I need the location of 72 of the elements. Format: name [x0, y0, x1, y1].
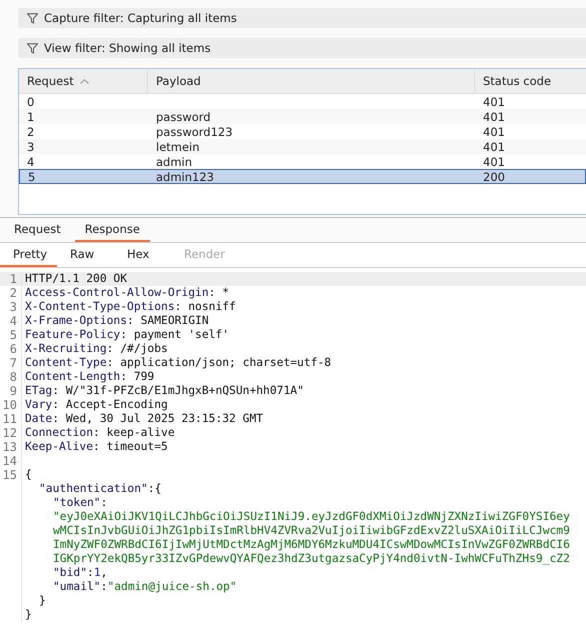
code-line: ETag: W/"31f-PFZcB/E1mJhgxB+nQSUn+hh071A": [24, 384, 304, 398]
line-number: 1: [0, 272, 22, 286]
line-number: 10: [0, 398, 22, 412]
table-row[interactable]: 5 admin123 200: [19, 169, 586, 184]
table-cell: password: [156, 110, 211, 124]
code-line: Content-Length: 799: [24, 370, 154, 384]
code-line: Content-Type: application/json; charset=utf-8: [24, 356, 332, 370]
table-row[interactable]: 1 password 401: [19, 109, 586, 124]
table-cell: 200: [483, 170, 505, 184]
table-cell: 2: [27, 124, 34, 138]
table-cell: letmein: [156, 140, 200, 154]
code-line: X-Content-Type-Options: nosniff: [24, 300, 236, 314]
line-number: 2: [0, 286, 22, 300]
column-header[interactable]: Payload: [148, 69, 475, 93]
line-number: 7: [0, 356, 22, 370]
line-number: 11: [0, 412, 22, 426]
tab[interactable]: Request: [4, 218, 71, 242]
line-number: 4: [0, 314, 22, 328]
filter-icon: [27, 12, 38, 24]
table-cell: 4: [27, 154, 34, 168]
table-cell: 1: [27, 110, 34, 124]
code-line: wMCIsInJvbGUiOiJhZG1pbiIsImRlbHV4ZVRva2VuIjoiIiwibGFzdExvZ2luSXAiOiIiLCJwcm9: [52, 524, 570, 538]
table-cell: 401: [483, 140, 505, 154]
table-cell: 401: [483, 110, 505, 124]
filter-icon: [27, 42, 38, 54]
code-line: Access-Control-Allow-Origin: *: [24, 286, 230, 300]
line-number: 3: [0, 300, 22, 314]
code-line: Connection: keep-alive: [24, 426, 175, 440]
view-tab[interactable]: Raw: [57, 243, 114, 267]
filter-bar[interactable]: Capture filter: Capturing all items: [18, 8, 586, 28]
code-line: Keep-Alive: timeout=5: [24, 440, 168, 454]
code-line: "bid":1,: [52, 566, 108, 580]
code-line: "token":: [52, 496, 108, 510]
table-cell: 401: [483, 94, 505, 108]
line-number: 14: [0, 454, 22, 468]
filter-bar[interactable]: View filter: Showing all items: [18, 38, 586, 58]
code-line: "umail":"admin@juice-sh.op": [52, 580, 237, 594]
line-number: 13: [0, 440, 22, 454]
table-row[interactable]: 3 letmein 401: [19, 139, 586, 154]
sort-caret-icon: [80, 78, 89, 84]
code-line: {: [24, 468, 32, 482]
table-cell: 401: [483, 154, 505, 168]
table-cell: password123: [156, 124, 233, 138]
table-cell: 0: [27, 94, 34, 108]
filter-label: View filter: Showing all items: [44, 41, 211, 55]
line-number: 6: [0, 342, 22, 356]
table-cell: admin: [156, 154, 192, 168]
line-number: 9: [0, 384, 22, 398]
code-line: IGKprYY2ekQB5yr33IZvGPdewvQYAFQez3hdZ3utgazsaCyPjY4nd0ivtN-IwhWCFuThZHs9_cZ2: [52, 552, 570, 566]
view-tab[interactable]: Hex: [114, 243, 171, 267]
column-header[interactable]: Status code: [475, 69, 586, 93]
line-number: 15: [0, 468, 22, 482]
line-number: 8: [0, 370, 22, 384]
line-number: 5: [0, 328, 22, 342]
table-cell: admin123: [156, 170, 214, 184]
table-cell: 5: [28, 170, 36, 184]
filter-label: Capture filter: Capturing all items: [44, 11, 237, 25]
code-line: Feature-Policy: payment 'self': [24, 328, 230, 342]
code-line: "eyJ0eXAiOiJKV1QiLCJhbGciOiJSUzI1NiJ9.eyJzdGF0dXMiOiJzdWNjZXNzIiwiZGF0YSI6ey: [52, 510, 570, 524]
table-cell: 401: [483, 124, 505, 138]
code-line: }: [24, 608, 32, 622]
table-cell: 3: [27, 140, 34, 154]
code-line: ImNyZWF0ZWRBdCI6IjIwMjUtMDctMzAgMjM6MDY6MzkuMDU4ICswMDowMCIsInVwZGF0ZWRBdCI6: [52, 538, 570, 552]
code-line: Vary: Accept-Encoding: [24, 398, 168, 412]
code-line: }: [38, 594, 46, 608]
code-line: X-Recruiting: /#/jobs: [24, 342, 168, 356]
code-line: HTTP/1.1 200 OK: [24, 272, 128, 286]
line-number: 12: [0, 426, 22, 440]
column-header[interactable]: Request: [19, 69, 148, 93]
code-line: "authentication":{: [38, 482, 162, 496]
code-line: Date: Wed, 30 Jul 2025 23:15:32 GMT: [24, 412, 264, 426]
code-line: X-Frame-Options: SAMEORIGIN: [24, 314, 209, 328]
